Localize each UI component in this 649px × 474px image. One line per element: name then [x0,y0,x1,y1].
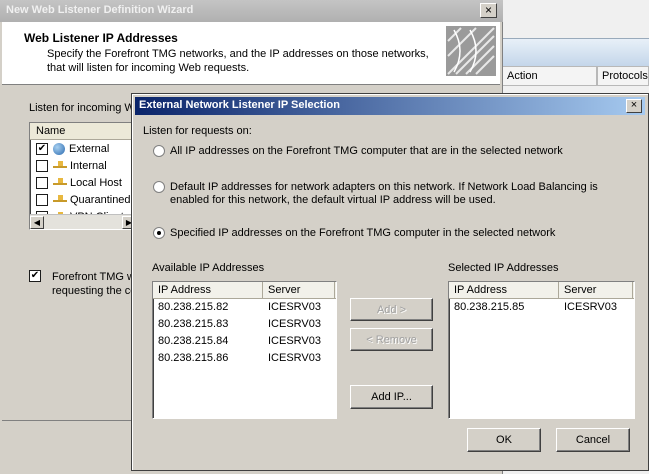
ip-cell: 80.238.215.82 [158,301,229,313]
wizard-graphic-icon [446,26,496,76]
network-checkbox[interactable] [36,159,48,172]
server-cell: ICESRV03 [268,335,321,347]
network-list-header[interactable]: Name [30,123,136,140]
column-header-server[interactable]: Server [263,282,335,298]
dialog-close-button[interactable]: × [626,99,642,113]
table-row[interactable]: 80.238.215.83 ICESRV03 [153,316,336,333]
ip-cell: 80.238.215.86 [158,352,229,364]
add-ip-button[interactable]: Add IP... [350,385,433,409]
network-label: Local Host [70,176,122,189]
table-row[interactable]: 80.238.215.82 ICESRV03 [153,299,336,316]
wizard-description: Specify the Forefront TMG networks, and … [47,48,429,74]
ok-button[interactable]: OK [467,428,541,452]
forefront-checkbox-row[interactable]: ✔ Forefront TMG wil requesting the co [29,270,140,298]
network-label: Internal [70,159,107,172]
network-label: Quarantined [70,193,131,206]
radio-default-ip[interactable] [153,181,165,193]
option-specified-ip[interactable]: Specified IP addresses on the Forefront … [153,227,555,240]
remove-button[interactable]: < Remove [350,328,433,351]
column-header-server[interactable]: Server [559,282,633,298]
network-list-horizontal-scrollbar[interactable]: ◀ ▶ [30,214,136,229]
add-button[interactable]: Add > [350,298,433,321]
available-list-header: IP Address Server [153,282,336,299]
server-cell: ICESRV03 [268,352,321,364]
listen-label: Listen for requests on: [143,125,252,137]
selected-ip-label: Selected IP Addresses [448,262,559,274]
column-header-action[interactable]: Action [502,66,597,86]
column-header-ip-address[interactable]: IP Address [449,282,559,298]
network-row[interactable]: Internal [30,157,136,174]
ip-cell: 80.238.215.83 [158,318,229,330]
selected-ip-list[interactable]: IP Address Server 80.238.215.85 ICESRV03 [448,281,635,419]
globe-icon [53,142,65,155]
option-specified-ip-label: Specified IP addresses on the Forefront … [170,227,556,239]
table-row[interactable]: 80.238.215.85 ICESRV03 [449,299,634,316]
column-header-protocols[interactable]: Protocols [597,66,649,86]
ip-cell: 80.238.215.85 [454,301,525,313]
available-ip-label: Available IP Addresses [152,262,265,274]
network-icon [53,160,67,171]
server-cell: ICESRV03 [564,301,617,313]
wizard-listen-label: Listen for incoming W [29,102,135,114]
network-row[interactable]: Local Host [30,174,136,191]
table-row[interactable]: 80.238.215.84 ICESRV03 [153,333,336,350]
option-default-ip[interactable]: Default IP addresses for network adapter… [153,181,598,207]
network-checkbox[interactable] [36,193,48,206]
ip-cell: 80.238.215.84 [158,335,229,347]
option-default-ip-label: Default IP addresses for network adapter… [170,181,598,206]
option-all-ip-label: All IP addresses on the Forefront TMG co… [170,145,563,157]
network-icon [53,177,67,188]
network-label: External [69,142,110,155]
forefront-check-line1: Forefront TMG wil [52,271,140,283]
radio-specified-ip[interactable] [153,227,165,239]
selected-list-header: IP Address Server [449,282,634,299]
available-ip-list[interactable]: IP Address Server 80.238.215.82 ICESRV03… [152,281,337,419]
wizard-close-button[interactable]: × [480,3,497,18]
forefront-check-line2: requesting the co [52,285,137,297]
table-row[interactable]: 80.238.215.86 ICESRV03 [153,350,336,367]
option-all-ip[interactable]: All IP addresses on the Forefront TMG co… [153,145,563,158]
network-checkbox[interactable] [36,176,48,189]
scroll-left-arrow-icon[interactable]: ◀ [30,216,44,229]
column-header-ip-address[interactable]: IP Address [153,282,263,298]
network-row[interactable]: Quarantined [30,191,136,208]
background-toolbar [500,38,649,66]
server-cell: ICESRV03 [268,301,321,313]
server-cell: ICESRV03 [268,318,321,330]
wizard-title-bar: New Web Listener Definition Wizard [0,0,503,22]
network-checkbox[interactable]: ✔ [36,142,48,155]
forefront-checkbox[interactable]: ✔ [29,270,41,282]
network-row[interactable]: ✔ External [30,140,136,157]
radio-all-ip[interactable] [153,145,165,157]
ip-selection-dialog: External Network Listener IP Selection ×… [131,93,649,471]
wizard-heading: Web Listener IP Addresses [24,31,178,45]
dialog-title-bar: External Network Listener IP Selection [135,97,645,115]
network-icon [53,194,67,205]
cancel-button[interactable]: Cancel [556,428,630,452]
